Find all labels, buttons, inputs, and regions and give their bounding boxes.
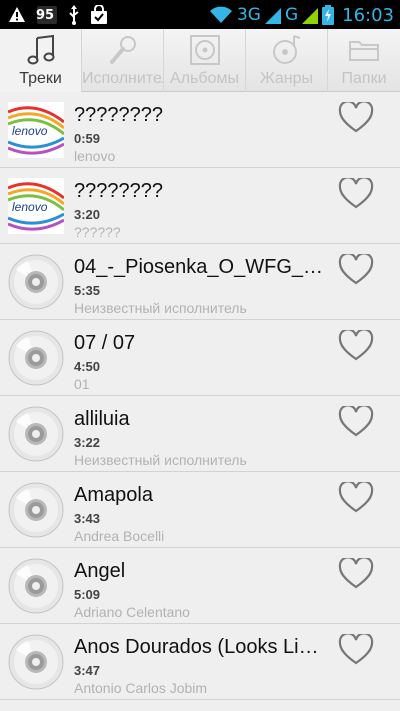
track-artist: Antonio Carlos Jobim xyxy=(74,680,208,696)
track-artist: lenovo xyxy=(74,148,116,164)
track-title: Anos Dourados (Looks Like Rain) xyxy=(74,636,326,658)
track-row[interactable]: lenovo ???????? 0:59 lenovo xyxy=(0,92,400,168)
favorite-heart-icon[interactable] xyxy=(338,406,374,438)
battery-notification-icon: 95 xyxy=(36,4,58,26)
lenovo-album-art: lenovo xyxy=(8,102,64,158)
genre-icon xyxy=(272,35,300,64)
tab-folders[interactable]: Папки xyxy=(328,29,400,92)
favorite-heart-icon[interactable] xyxy=(338,558,374,590)
cd-disc-icon xyxy=(8,330,64,386)
warning-icon xyxy=(9,7,25,22)
tab-bar: Треки Исполнители Альбомы Жанры Папки xyxy=(0,29,400,92)
track-title: ???????? xyxy=(74,180,163,202)
tab-tracks[interactable]: Треки xyxy=(0,29,82,92)
track-artist: Неизвестный исполнитель xyxy=(74,300,247,316)
favorite-heart-icon[interactable] xyxy=(338,634,374,666)
track-artist: Неизвестный исполнитель xyxy=(74,452,247,468)
battery-charging-icon xyxy=(322,5,335,25)
cd-disc-icon xyxy=(8,482,64,538)
folder-icon xyxy=(349,41,379,61)
track-title: Amapola xyxy=(74,484,153,506)
tab-label: Жанры xyxy=(259,70,314,87)
track-artist: 01 xyxy=(74,376,90,392)
favorite-heart-icon[interactable] xyxy=(338,254,374,286)
tab-label: Исполнители xyxy=(82,70,163,87)
track-duration: 3:22 xyxy=(74,435,101,450)
track-row[interactable]: alliluia 3:22 Неизвестный исполнитель xyxy=(0,396,400,472)
track-list: lenovo ???????? 0:59 lenovo lenovo ?????… xyxy=(0,92,400,711)
track-duration: 5:09 xyxy=(74,587,101,602)
track-artist: ?????? xyxy=(74,224,121,240)
track-row[interactable]: lenovo ???????? 3:20 ?????? xyxy=(0,168,400,244)
track-row[interactable]: Amapola 3:43 Andrea Bocelli xyxy=(0,472,400,548)
track-duration: 3:47 xyxy=(74,663,101,678)
cd-disc-icon xyxy=(8,558,64,614)
tab-albums[interactable]: Альбомы xyxy=(164,29,246,92)
album-icon xyxy=(189,35,220,65)
tab-label: Папки xyxy=(341,70,387,87)
track-duration: 5:35 xyxy=(74,283,101,298)
signal-3g-icon xyxy=(264,8,281,24)
svg-text:lenovo: lenovo xyxy=(12,124,48,138)
clock: 16:03 xyxy=(342,4,394,26)
favorite-heart-icon[interactable] xyxy=(338,330,374,362)
favorite-heart-icon[interactable] xyxy=(338,178,374,210)
track-title: ???????? xyxy=(74,104,163,126)
tab-label: Треки xyxy=(19,70,62,87)
track-duration: 3:20 xyxy=(74,207,101,222)
tab-label: Альбомы xyxy=(170,70,239,87)
track-title: alliluia xyxy=(74,408,130,430)
signal-g-icon xyxy=(302,8,319,24)
track-artist: Andrea Bocelli xyxy=(74,528,165,544)
tab-genres[interactable]: Жанры xyxy=(246,29,328,92)
svg-text:lenovo: lenovo xyxy=(12,200,48,214)
usb-icon xyxy=(69,5,79,25)
track-artist: Adriano Celentano xyxy=(74,604,190,620)
shopping-bag-icon xyxy=(91,5,107,24)
favorite-heart-icon[interactable] xyxy=(338,102,374,134)
cd-disc-icon xyxy=(8,634,64,690)
track-row[interactable]: 04_-_Piosenka_O_WFG___.mp3 5:35 Неизвест… xyxy=(0,244,400,320)
track-title: Angel xyxy=(74,560,126,582)
cd-disc-icon xyxy=(8,406,64,462)
microphone-icon xyxy=(109,36,136,64)
music-note-icon xyxy=(27,34,54,65)
battery-level-text: 95 xyxy=(36,8,55,23)
track-title: 07 / 07 xyxy=(74,332,136,354)
tab-artists[interactable]: Исполнители xyxy=(82,29,164,92)
track-row[interactable]: Angel 5:09 Adriano Celentano xyxy=(0,548,400,624)
track-title: 04_-_Piosenka_O_WFG___.mp3 xyxy=(74,256,326,278)
wifi-icon xyxy=(209,6,232,23)
network-3g-label: 3G xyxy=(236,5,261,25)
track-duration: 0:59 xyxy=(74,131,101,146)
lenovo-album-art: lenovo xyxy=(8,178,64,234)
favorite-heart-icon[interactable] xyxy=(338,482,374,514)
track-row[interactable]: Anos Dourados (Looks Like Rain) 3:47 Ant… xyxy=(0,624,400,700)
cd-disc-icon xyxy=(8,254,64,310)
status-bar: 95 3G G 16:03 xyxy=(0,0,400,29)
track-duration: 4:50 xyxy=(74,359,101,374)
track-duration: 3:43 xyxy=(74,511,101,526)
track-row[interactable]: 07 / 07 4:50 01 xyxy=(0,320,400,396)
network-g-label: G xyxy=(284,5,299,25)
